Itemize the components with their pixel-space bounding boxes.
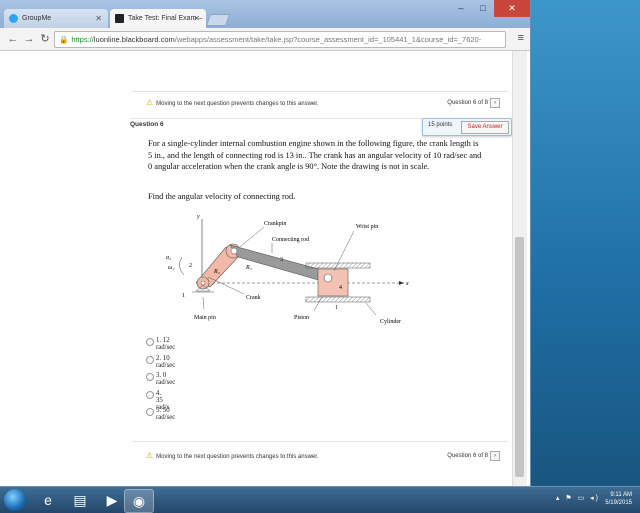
label-wrist-pin: Wrist pin bbox=[356, 224, 378, 230]
forward-icon[interactable]: → bbox=[22, 32, 36, 46]
radio-button[interactable] bbox=[146, 390, 154, 399]
internet-explorer-icon[interactable]: e bbox=[34, 489, 62, 511]
close-window-button[interactable]: ✕ bbox=[494, 0, 530, 17]
close-tab-icon[interactable]: ✕ bbox=[95, 9, 102, 28]
groupme-icon bbox=[9, 14, 18, 23]
back-icon[interactable]: ← bbox=[6, 32, 20, 46]
warning-icon: ⚠ bbox=[146, 451, 154, 460]
url-path: /webapps/assessment/take/take.jsp?course… bbox=[174, 35, 482, 44]
tab-groupme[interactable]: GroupMe ✕ bbox=[4, 9, 108, 28]
option-label: 5. 50 rad/sec bbox=[156, 407, 176, 421]
bottom-warning: ⚠ Moving to the next question prevents ch… bbox=[146, 450, 319, 462]
taskbar: e ▤ ▶ ◉ ▴ ⚑ ▭ ◂) 9:11 AM 5/19/2015 bbox=[0, 486, 640, 513]
media-player-icon[interactable]: ▶ bbox=[98, 489, 126, 511]
top-warning: ⚠ Moving to the next question prevents ch… bbox=[146, 97, 319, 109]
maximize-button[interactable]: □ bbox=[472, 0, 494, 17]
radio-button[interactable] bbox=[146, 338, 154, 346]
tab-take-test[interactable]: Take Test: Final Exam – 20 ✕ bbox=[110, 9, 206, 41]
divider bbox=[132, 441, 508, 442]
label-link-4: 4 bbox=[339, 285, 342, 291]
label-cylinder: Cylinder bbox=[380, 319, 401, 325]
radio-button[interactable] bbox=[146, 355, 154, 364]
question-nav-bottom: Question 6 of 8 › bbox=[447, 450, 500, 462]
tab-label: GroupMe bbox=[22, 15, 52, 22]
browser-toolbar: ← → ↻ 🔒 https://luonline.blackboard.com/w… bbox=[0, 28, 530, 51]
warning-text: Moving to the next question prevents cha… bbox=[156, 454, 319, 460]
page-viewport: ⚠ Moving to the next question prevents ch… bbox=[0, 51, 530, 486]
label-alpha2: α₂ bbox=[166, 255, 171, 261]
divider bbox=[132, 91, 508, 92]
reload-icon[interactable]: ↻ bbox=[38, 32, 52, 46]
label-omega2: ω₂ bbox=[168, 265, 174, 271]
lock-icon: 🔒 bbox=[59, 35, 69, 44]
taskbar-clock[interactable]: 9:11 AM 5/19/2015 bbox=[605, 491, 632, 507]
save-answer-button[interactable]: Save Answer bbox=[461, 121, 509, 134]
chrome-icon[interactable]: ◉ bbox=[124, 489, 154, 513]
question-title: Question 6 bbox=[130, 121, 164, 128]
next-question-icon[interactable]: › bbox=[490, 98, 500, 108]
start-button[interactable] bbox=[4, 489, 26, 511]
label-main-pin: Main pin bbox=[194, 315, 216, 321]
cylinder-wall-bottom bbox=[305, 296, 371, 303]
label-ground-1a: 1 bbox=[182, 293, 185, 299]
menu-icon[interactable]: ≡ bbox=[518, 32, 524, 44]
option-label: 1. 12 rad/sec bbox=[156, 337, 176, 351]
label-piston: Piston bbox=[294, 315, 309, 321]
question-nav-top: Question 6 of 8 › bbox=[447, 97, 500, 109]
question-counter: Question 6 of 8 bbox=[447, 453, 488, 459]
new-tab-button[interactable] bbox=[205, 14, 231, 26]
page-scrollbar[interactable] bbox=[512, 51, 527, 486]
radio-button[interactable] bbox=[146, 408, 154, 416]
blackboard-icon bbox=[115, 14, 124, 23]
label-r2: R₂ bbox=[213, 269, 220, 275]
file-explorer-icon[interactable]: ▤ bbox=[66, 489, 94, 511]
warning-text: Moving to the next question prevents cha… bbox=[156, 101, 319, 107]
question-text: For a single-cylinder internal combustio… bbox=[148, 139, 482, 171]
test-content: ⚠ Moving to the next question prevents ch… bbox=[120, 51, 512, 486]
points-box: 15 points Save Answer bbox=[422, 118, 512, 136]
desktop-wallpaper bbox=[530, 0, 640, 486]
window-controls: – □ ✕ bbox=[450, 0, 530, 18]
clock-time: 9:11 AM bbox=[610, 492, 632, 498]
minimize-button[interactable]: – bbox=[450, 0, 472, 17]
system-tray[interactable]: ▴ ⚑ ▭ ◂) bbox=[556, 494, 600, 502]
option-label: 2. 10 rad/sec bbox=[156, 354, 176, 369]
label-crank: Crank bbox=[246, 295, 261, 301]
points-label: 15 points bbox=[428, 122, 453, 128]
option-label: 3. 0 rad/sec bbox=[156, 372, 176, 386]
question-counter: Question 6 of 8 bbox=[447, 100, 488, 106]
title-bar: GroupMe ✕ Take Test: Final Exam – 20 ✕ –… bbox=[0, 0, 530, 41]
cylinder-wall-top bbox=[305, 262, 371, 269]
engine-diagram: y x Crankpin Wrist pin Connecting rod 3 … bbox=[166, 214, 409, 325]
warning-icon: ⚠ bbox=[146, 98, 154, 107]
label-x: x bbox=[405, 281, 409, 287]
address-bar[interactable]: 🔒 https://luonline.blackboard.com/webapps… bbox=[54, 31, 506, 48]
url-scheme: https:// bbox=[71, 35, 94, 44]
label-crankpin: Crankpin bbox=[264, 221, 286, 227]
scrollbar-thumb[interactable] bbox=[515, 237, 524, 477]
question-prompt: Find the angular velocity of connecting … bbox=[148, 192, 296, 201]
question-header: Question 6 15 points Save Answer bbox=[130, 118, 512, 136]
label-link-3: 3 bbox=[280, 257, 283, 263]
label-link-2: 2 bbox=[189, 263, 192, 269]
label-ground-1b: 1 bbox=[335, 305, 338, 311]
label-r3: R₃ bbox=[245, 265, 252, 271]
piston bbox=[317, 268, 349, 297]
clock-date: 5/19/2015 bbox=[605, 500, 632, 506]
next-question-icon[interactable]: › bbox=[490, 451, 500, 461]
close-tab-icon[interactable]: ✕ bbox=[193, 9, 200, 28]
url-host: luonline.blackboard.com bbox=[93, 35, 175, 44]
label-connecting-rod: Connecting rod bbox=[272, 237, 309, 243]
radio-button[interactable] bbox=[146, 373, 154, 381]
browser-window: GroupMe ✕ Take Test: Final Exam – 20 ✕ –… bbox=[0, 0, 531, 486]
label-y: y bbox=[196, 214, 200, 220]
